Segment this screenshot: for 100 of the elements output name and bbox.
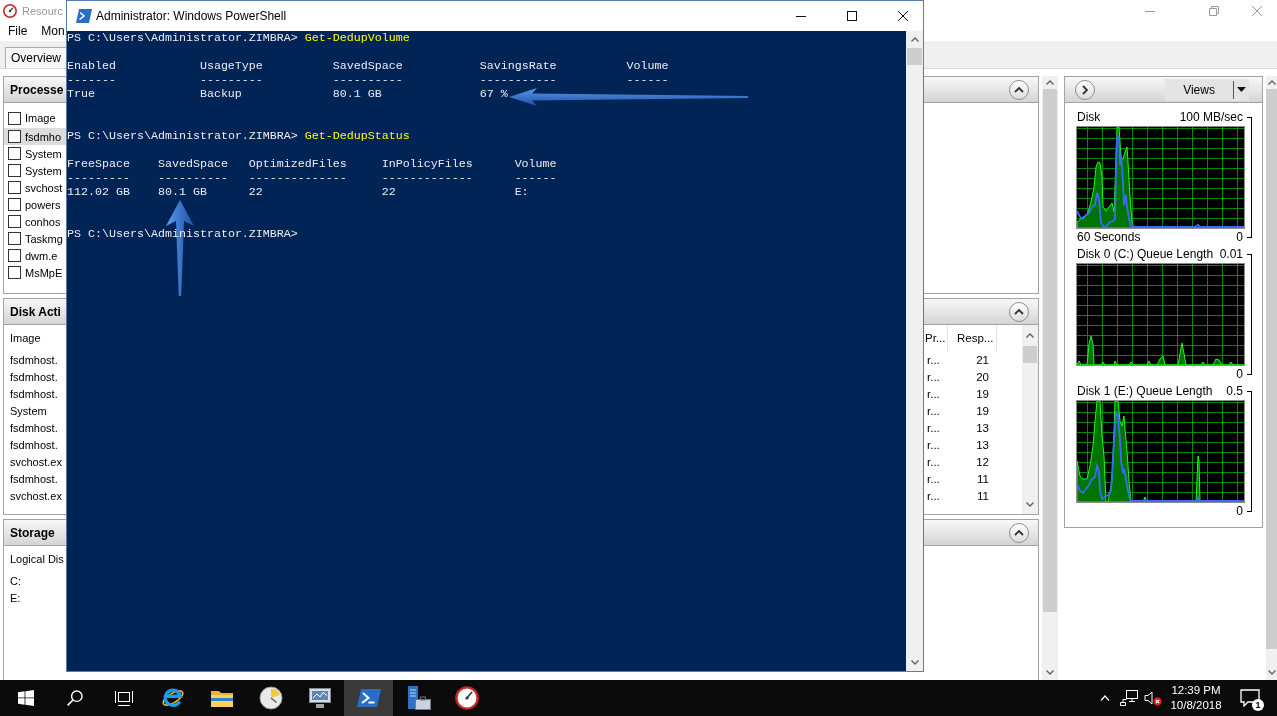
scroll-thumb[interactable] — [1023, 346, 1037, 363]
process-row[interactable]: svchost — [4, 179, 66, 196]
checkbox[interactable] — [8, 164, 21, 177]
process-name: dwm.e — [25, 249, 58, 262]
folder-icon — [209, 688, 234, 708]
table-cell-text: fsdmhost. — [9, 472, 59, 485]
column-header: UsageType — [199, 59, 263, 73]
scrollbar[interactable] — [906, 31, 923, 671]
chevron-down-icon — [1267, 669, 1276, 675]
collapse-button[interactable] — [1075, 79, 1095, 100]
column-header: SavingsRate — [479, 59, 557, 73]
chevron-up-icon — [1026, 332, 1034, 338]
chevron-up-icon — [1100, 695, 1110, 701]
graph-title: Disk 1 (E:) Queue Length — [1076, 383, 1214, 400]
message-icon — [1240, 689, 1260, 707]
table-cell-text: 13 — [975, 421, 990, 434]
header-rule: ---------- — [332, 73, 403, 87]
scrollbar[interactable] — [1042, 76, 1058, 680]
menu-item[interactable]: Mon — [40, 23, 66, 40]
table-cell-text: r... — [926, 370, 941, 383]
header-rule: ------------- — [381, 171, 473, 185]
scale-label: 100 MB/sec — [1179, 109, 1244, 126]
table-cell-text: r... — [926, 455, 941, 468]
checkbox[interactable] — [8, 147, 21, 160]
table-cell-text: 19 — [975, 404, 990, 417]
maximize-icon — [847, 11, 857, 21]
windows-logo-icon — [17, 690, 34, 706]
column-header: Enabled — [67, 59, 116, 73]
column-header[interactable]: Image — [4, 332, 66, 344]
clock[interactable]: 12:39 PM 10/8/2018 — [1165, 680, 1227, 716]
chevron-right-icon — [1082, 84, 1088, 95]
collapse-button[interactable] — [1009, 301, 1029, 322]
column-header: SavedSpace — [332, 59, 403, 73]
gauge-icon — [3, 4, 17, 18]
column-header[interactable]: Image — [25, 112, 56, 124]
window-title: Administrator: Windows PowerShell — [96, 9, 287, 23]
close-icon — [898, 11, 908, 21]
checkbox[interactable] — [8, 232, 21, 245]
scrollbar[interactable] — [1022, 325, 1038, 514]
table-cell-text: fsdmhost. — [9, 353, 59, 366]
output-value: 22 — [381, 185, 396, 199]
table-cell-text: r... — [926, 438, 941, 451]
checkbox[interactable] — [8, 198, 21, 211]
header-rule: ----------- — [479, 73, 557, 87]
output-value: 22 — [248, 185, 263, 199]
checkbox[interactable] — [8, 181, 21, 194]
table-cell-text: fsdmhost. — [9, 438, 59, 451]
process-row[interactable]: System — [4, 162, 66, 179]
checkbox[interactable] — [8, 130, 21, 143]
header-rule: --------- — [67, 171, 130, 185]
table-cell-text: E: — [9, 591, 21, 604]
process-row[interactable]: powers — [4, 196, 66, 213]
process-name: MsMpE — [25, 266, 63, 279]
collapse-button[interactable] — [1009, 79, 1029, 100]
terminal-icon — [76, 9, 92, 23]
panel-title: Disk Acti — [10, 304, 61, 319]
chevron-up-icon — [1014, 308, 1024, 315]
process-name: powers — [25, 198, 61, 211]
tab[interactable]: Overview — [5, 47, 66, 68]
scale-label: 0.5 — [1226, 383, 1244, 400]
process-row[interactable]: conhos — [4, 213, 66, 230]
process-row[interactable]: dwm.e — [4, 247, 66, 264]
process-row[interactable]: Taskmg — [4, 230, 66, 247]
table-cell-text: r... — [926, 404, 941, 417]
chevron-up-icon — [1046, 79, 1054, 85]
table-cell-text: svchost.ex — [9, 489, 63, 502]
column-header[interactable]: Logical Dis — [4, 553, 64, 565]
collapse-button[interactable] — [1009, 522, 1029, 543]
chevron-down-icon — [1046, 669, 1054, 675]
prompt-text: PS C:\Users\Administrator.ZIMBRA> — [67, 31, 298, 45]
process-row[interactable]: System — [4, 145, 66, 162]
process-name: svchost — [25, 181, 63, 194]
chevron-up-icon — [1014, 86, 1024, 93]
graph-title: Disk — [1076, 109, 1102, 126]
column-header[interactable]: Resp... — [948, 325, 997, 351]
process-row[interactable]: fsdmho — [4, 128, 66, 145]
command-text: Get-DedupVolume — [304, 31, 410, 45]
process-name: System — [25, 147, 62, 160]
minimize-icon — [1145, 10, 1155, 12]
process-row[interactable]: MsMpE — [4, 264, 66, 281]
notification-button[interactable]: 1 — [1233, 680, 1267, 716]
header-rule: --------- — [199, 73, 263, 87]
table-cell-text: C: — [9, 574, 21, 587]
panel-title: Processe — [10, 82, 64, 97]
scroll-thumb[interactable] — [1043, 89, 1057, 612]
chevron-up-icon — [1267, 79, 1276, 85]
column-header: Volume — [514, 157, 557, 171]
checkbox[interactable] — [8, 249, 21, 262]
monitor-icon — [307, 687, 332, 709]
scroll-thumb[interactable] — [907, 48, 922, 65]
table-cell-text: 21 — [975, 353, 990, 366]
checkbox[interactable] — [8, 215, 21, 228]
menu-item[interactable]: File — [7, 23, 29, 40]
table-cell-text: 19 — [975, 387, 990, 400]
scale-label: 0 — [1235, 503, 1244, 520]
table-cell-text: r... — [926, 421, 941, 434]
checkbox[interactable] — [8, 111, 21, 125]
checkbox[interactable] — [8, 266, 21, 279]
views-button[interactable]: Views — [1165, 78, 1249, 101]
table-cell-text: fsdmhost. — [9, 421, 59, 434]
